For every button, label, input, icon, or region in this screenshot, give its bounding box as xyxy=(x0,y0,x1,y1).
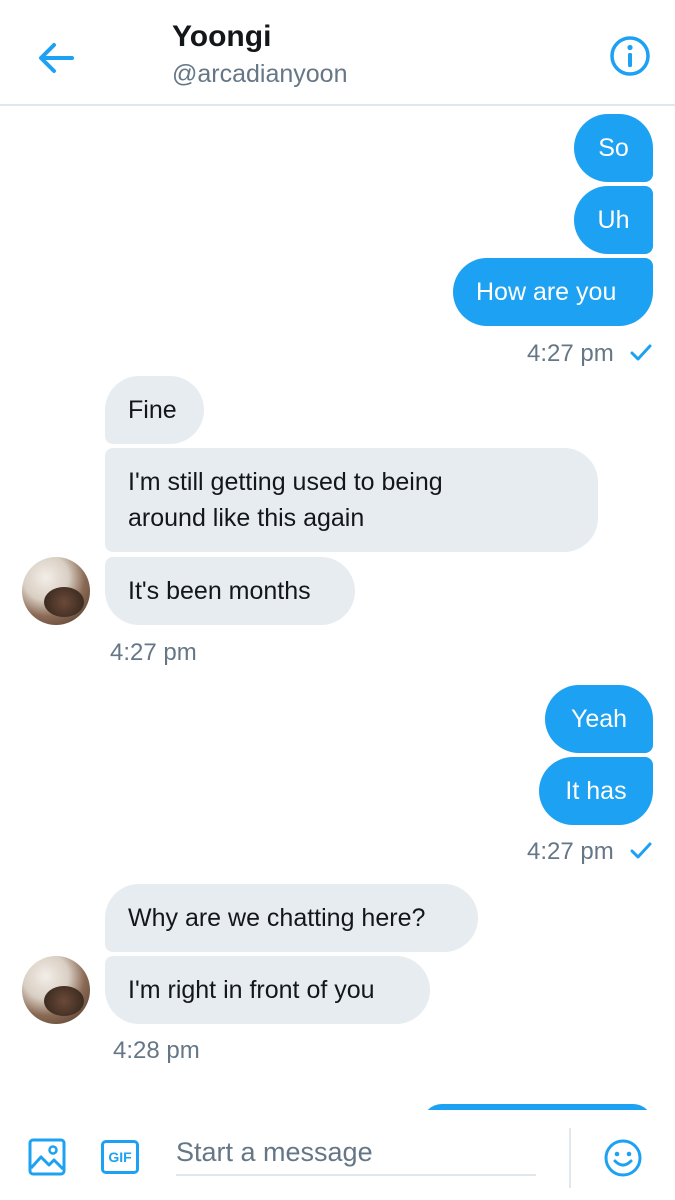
message-text: Why are we chatting here? xyxy=(128,904,426,932)
message-text: Fine xyxy=(128,396,177,424)
contact-avatar[interactable] xyxy=(22,956,90,1024)
received-message[interactable]: I'm still getting used to being around l… xyxy=(105,448,598,552)
sent-check-icon xyxy=(630,344,652,361)
message-text: Yeah xyxy=(570,705,628,733)
received-message[interactable]: Why are we chatting here? xyxy=(105,884,478,952)
message-text: Uh xyxy=(597,206,630,234)
sent-message[interactable]: It has xyxy=(539,757,653,825)
sent-message[interactable]: How are you xyxy=(453,258,653,326)
message-timestamp: 4:28 pm xyxy=(113,1037,200,1064)
message-text: I'm right in front of you xyxy=(128,976,375,1004)
back-arrow-icon[interactable] xyxy=(34,36,78,80)
contact-handle[interactable]: @arcadianyoon xyxy=(172,60,348,89)
composer-divider xyxy=(569,1128,571,1188)
message-text-line: around like this again xyxy=(128,504,365,532)
message-timestamp: 4:27 pm xyxy=(110,639,197,666)
message-timestamp: 4:27 pm xyxy=(527,340,614,367)
message-text: How are you xyxy=(476,278,617,306)
sent-check-icon xyxy=(630,842,652,859)
received-message[interactable]: Fine xyxy=(105,376,204,444)
contact-avatar[interactable] xyxy=(22,557,90,625)
message-text-line: I'm still getting used to being xyxy=(128,468,443,496)
image-icon[interactable] xyxy=(28,1138,66,1176)
received-message[interactable]: I'm right in front of you xyxy=(105,956,430,1024)
sent-message[interactable]: Uh xyxy=(574,186,653,254)
emoji-icon[interactable] xyxy=(603,1138,643,1178)
message-text: It's been months xyxy=(128,577,311,605)
received-message[interactable]: It's been months xyxy=(105,557,355,625)
conversation-header: Yoongi @arcadianyoon xyxy=(0,0,675,106)
message-text: It has xyxy=(565,777,627,805)
message-timestamp: 4:27 pm xyxy=(527,838,614,865)
gif-button[interactable]: GIF xyxy=(101,1140,139,1174)
message-text: So xyxy=(598,134,629,162)
sent-message[interactable]: So xyxy=(574,114,653,182)
message-composer: GIF xyxy=(0,1110,675,1200)
sent-message[interactable]: Yeah xyxy=(545,685,653,753)
info-icon[interactable] xyxy=(608,34,652,78)
contact-name[interactable]: Yoongi xyxy=(172,20,271,54)
message-input[interactable] xyxy=(176,1130,536,1176)
